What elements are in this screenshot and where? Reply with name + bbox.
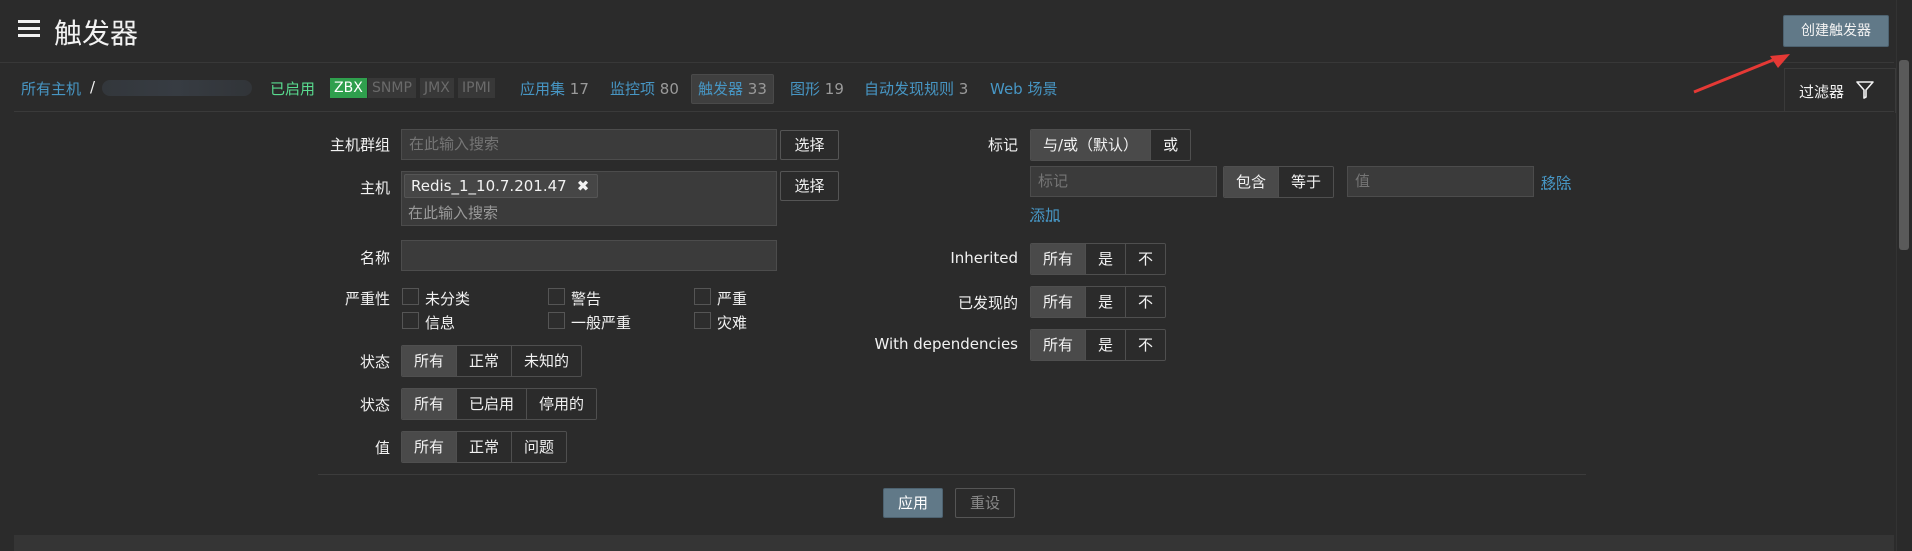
- tags-eval-or[interactable]: 或: [1151, 130, 1191, 160]
- status-option-all[interactable]: 所有: [402, 389, 458, 419]
- inherited-option-all[interactable]: 所有: [1031, 244, 1087, 274]
- nav-discovery-rules[interactable]: 自动发现规则 3: [864, 78, 968, 99]
- inherited-option-no[interactable]: 不: [1126, 244, 1166, 274]
- host-label: 主机: [359, 179, 390, 197]
- host-group-select-button[interactable]: 选择: [780, 130, 839, 160]
- severity-label: 严重性: [344, 290, 390, 308]
- severity-checkbox-warning[interactable]: [548, 288, 565, 305]
- inherited-label: Inherited: [950, 249, 1018, 267]
- state-option-unknown[interactable]: 未知的: [512, 346, 582, 376]
- status-segmented: 所有 已启用 停用的: [401, 388, 598, 420]
- dependencies-option-no[interactable]: 不: [1126, 330, 1166, 360]
- tags-label: 标记: [987, 136, 1018, 154]
- severity-checkbox-information[interactable]: [402, 312, 419, 329]
- breadcrumb-all-hosts[interactable]: 所有主机: [21, 78, 81, 99]
- tag-remove-link[interactable]: 移除: [1541, 172, 1571, 193]
- remove-chip-icon[interactable]: ✖: [577, 177, 590, 195]
- host-select-button[interactable]: 选择: [780, 171, 839, 201]
- filter-divider: [318, 474, 1586, 475]
- nav-applications[interactable]: 应用集 17: [520, 78, 589, 99]
- inherited-option-yes[interactable]: 是: [1086, 244, 1127, 274]
- status-option-enabled[interactable]: 已启用: [457, 389, 528, 419]
- value-option-ok[interactable]: 正常: [457, 432, 513, 462]
- value-label: 值: [374, 439, 390, 457]
- discovered-option-no[interactable]: 不: [1126, 287, 1166, 317]
- availability-tag-jmx: JMX: [420, 78, 454, 98]
- status-option-disabled[interactable]: 停用的: [527, 389, 597, 419]
- tag-value-input[interactable]: [1347, 166, 1534, 197]
- state-label: 状态: [359, 353, 390, 371]
- tag-name-input[interactable]: [1030, 166, 1217, 197]
- tag-operator-equals[interactable]: 等于: [1279, 167, 1334, 197]
- nav-graphs[interactable]: 图形 19: [790, 78, 844, 99]
- nav-items[interactable]: 监控项 80: [610, 78, 679, 99]
- discovered-option-all[interactable]: 所有: [1031, 287, 1087, 317]
- state-segmented: 所有 正常 未知的: [401, 345, 583, 377]
- dependencies-option-all[interactable]: 所有: [1031, 330, 1087, 360]
- scrollbar-thumb[interactable]: [1899, 60, 1909, 250]
- availability-tag-zbx: ZBX: [330, 78, 367, 98]
- inherited-segmented: 所有 是 不: [1030, 243, 1167, 275]
- page-title: 触发器: [54, 17, 139, 50]
- filter-icon: [1856, 81, 1874, 99]
- state-option-normal[interactable]: 正常: [457, 346, 513, 376]
- filter-panel: [14, 111, 1894, 532]
- tag-operator-contains[interactable]: 包含: [1224, 167, 1280, 197]
- value-option-all[interactable]: 所有: [402, 432, 458, 462]
- host-group-label: 主机群组: [329, 136, 390, 154]
- name-input[interactable]: [401, 240, 777, 271]
- tags-eval-and-or[interactable]: 与/或（默认）: [1031, 130, 1152, 160]
- host-chip: Redis_1_10.7.201.47 ✖: [404, 174, 599, 198]
- severity-label-high: 严重: [717, 290, 748, 308]
- value-segmented: 所有 正常 问题: [401, 431, 568, 463]
- discovered-label: 已发现的: [957, 294, 1018, 312]
- value-option-problem[interactable]: 问题: [512, 432, 567, 462]
- severity-label-information: 信息: [425, 314, 456, 332]
- tag-add-link[interactable]: 添加: [1030, 204, 1060, 225]
- severity-checkbox-not-classified[interactable]: [402, 288, 419, 305]
- state-option-all[interactable]: 所有: [402, 346, 458, 376]
- severity-checkbox-high[interactable]: [694, 288, 711, 305]
- status-label: 状态: [359, 396, 390, 414]
- discovered-segmented: 所有 是 不: [1030, 286, 1167, 318]
- discovered-option-yes[interactable]: 是: [1086, 287, 1127, 317]
- name-label: 名称: [359, 249, 390, 267]
- severity-label-not-classified: 未分类: [425, 290, 471, 308]
- content-area-top: [14, 535, 1894, 551]
- page-header: [0, 0, 1894, 63]
- severity-label-average: 一般严重: [571, 314, 632, 332]
- host-search-placeholder[interactable]: 在此输入搜索: [408, 202, 498, 223]
- nav-triggers[interactable]: 触发器 33: [691, 74, 774, 104]
- severity-label-warning: 警告: [571, 290, 602, 308]
- breadcrumb-separator: /: [90, 78, 96, 96]
- hamburger-menu-icon[interactable]: [18, 20, 40, 38]
- severity-checkbox-disaster[interactable]: [694, 312, 711, 329]
- filter-tab[interactable]: 过滤器: [1784, 68, 1896, 113]
- dependencies-option-yes[interactable]: 是: [1086, 330, 1127, 360]
- apply-button[interactable]: 应用: [883, 488, 943, 518]
- tags-eval-segmented: 与/或（默认） 或: [1030, 129, 1192, 161]
- availability-tag-snmp: SNMP: [368, 78, 416, 98]
- dependencies-label: With dependencies: [874, 335, 1018, 353]
- reset-button[interactable]: 重设: [955, 488, 1015, 518]
- severity-label-disaster: 灾难: [717, 314, 748, 332]
- nav-web-scenarios[interactable]: Web 场景: [990, 78, 1057, 99]
- host-group-input[interactable]: [401, 129, 777, 160]
- status-enabled[interactable]: 已启用: [270, 78, 315, 99]
- redacted-host-name: [102, 80, 252, 96]
- dependencies-segmented: 所有 是 不: [1030, 329, 1167, 361]
- availability-tag-ipmi: IPMI: [458, 78, 495, 98]
- severity-checkbox-average[interactable]: [548, 312, 565, 329]
- tag-operator-segmented: 包含 等于: [1223, 166, 1335, 198]
- create-trigger-button[interactable]: 创建触发器: [1783, 15, 1889, 47]
